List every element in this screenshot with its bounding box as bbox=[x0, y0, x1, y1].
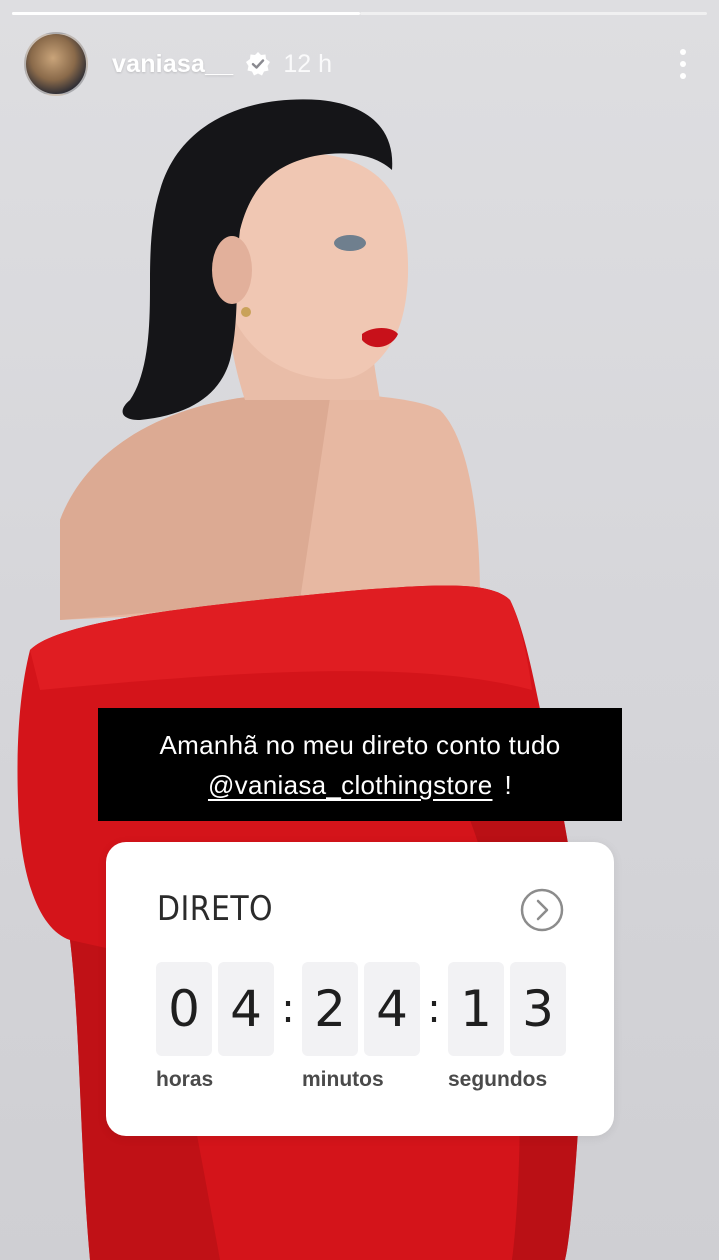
username[interactable]: vaniasa__ bbox=[112, 50, 233, 79]
caption-mention-line: @vaniasa_clothingstore ! bbox=[208, 765, 512, 805]
seconds-label: segundos bbox=[448, 1068, 548, 1091]
progress-segment-viewed bbox=[12, 12, 360, 15]
verified-badge-icon bbox=[245, 51, 271, 77]
avatar[interactable] bbox=[24, 32, 88, 96]
story-header: vaniasa__ 12 h bbox=[24, 32, 695, 96]
caption-line: Amanhã no meu direto conto tudo bbox=[159, 729, 561, 760]
progress-fill bbox=[12, 12, 360, 15]
seconds-digit: 1 bbox=[448, 962, 504, 1056]
countdown-title: DIRETO bbox=[157, 889, 274, 929]
story-progress-bar bbox=[12, 12, 707, 15]
countdown-unit-labels: horas minutos segundos bbox=[156, 1068, 547, 1092]
countdown-sticker[interactable]: DIRETO 0 4 : 2 4 : 1 3 horas minutos seg… bbox=[106, 842, 614, 1136]
mention-link[interactable]: @vaniasa_clothingstore bbox=[208, 765, 493, 805]
seconds-digit: 3 bbox=[510, 962, 566, 1056]
progress-segment-current bbox=[359, 12, 707, 15]
countdown-digits: 0 4 : 2 4 : 1 3 bbox=[156, 962, 566, 1056]
hours-digit: 0 bbox=[156, 962, 212, 1056]
time-separator: : bbox=[281, 986, 295, 1032]
caption-sticker: Amanhã no meu direto conto tudo @vaniasa… bbox=[98, 708, 622, 821]
more-vertical-icon-dot bbox=[680, 73, 686, 79]
minutes-digit: 2 bbox=[302, 962, 358, 1056]
more-vertical-icon bbox=[680, 49, 686, 55]
more-vertical-icon-dot bbox=[680, 61, 686, 67]
time-separator: : bbox=[427, 986, 441, 1032]
hours-digit: 4 bbox=[218, 962, 274, 1056]
chevron-right-circle-icon[interactable] bbox=[520, 888, 564, 932]
more-options-button[interactable] bbox=[671, 44, 695, 84]
hours-label: horas bbox=[156, 1068, 214, 1091]
time-ago: 12 h bbox=[283, 49, 333, 78]
caption-suffix: ! bbox=[504, 769, 513, 800]
minutes-label: minutos bbox=[302, 1068, 384, 1091]
minutes-digit: 4 bbox=[364, 962, 420, 1056]
